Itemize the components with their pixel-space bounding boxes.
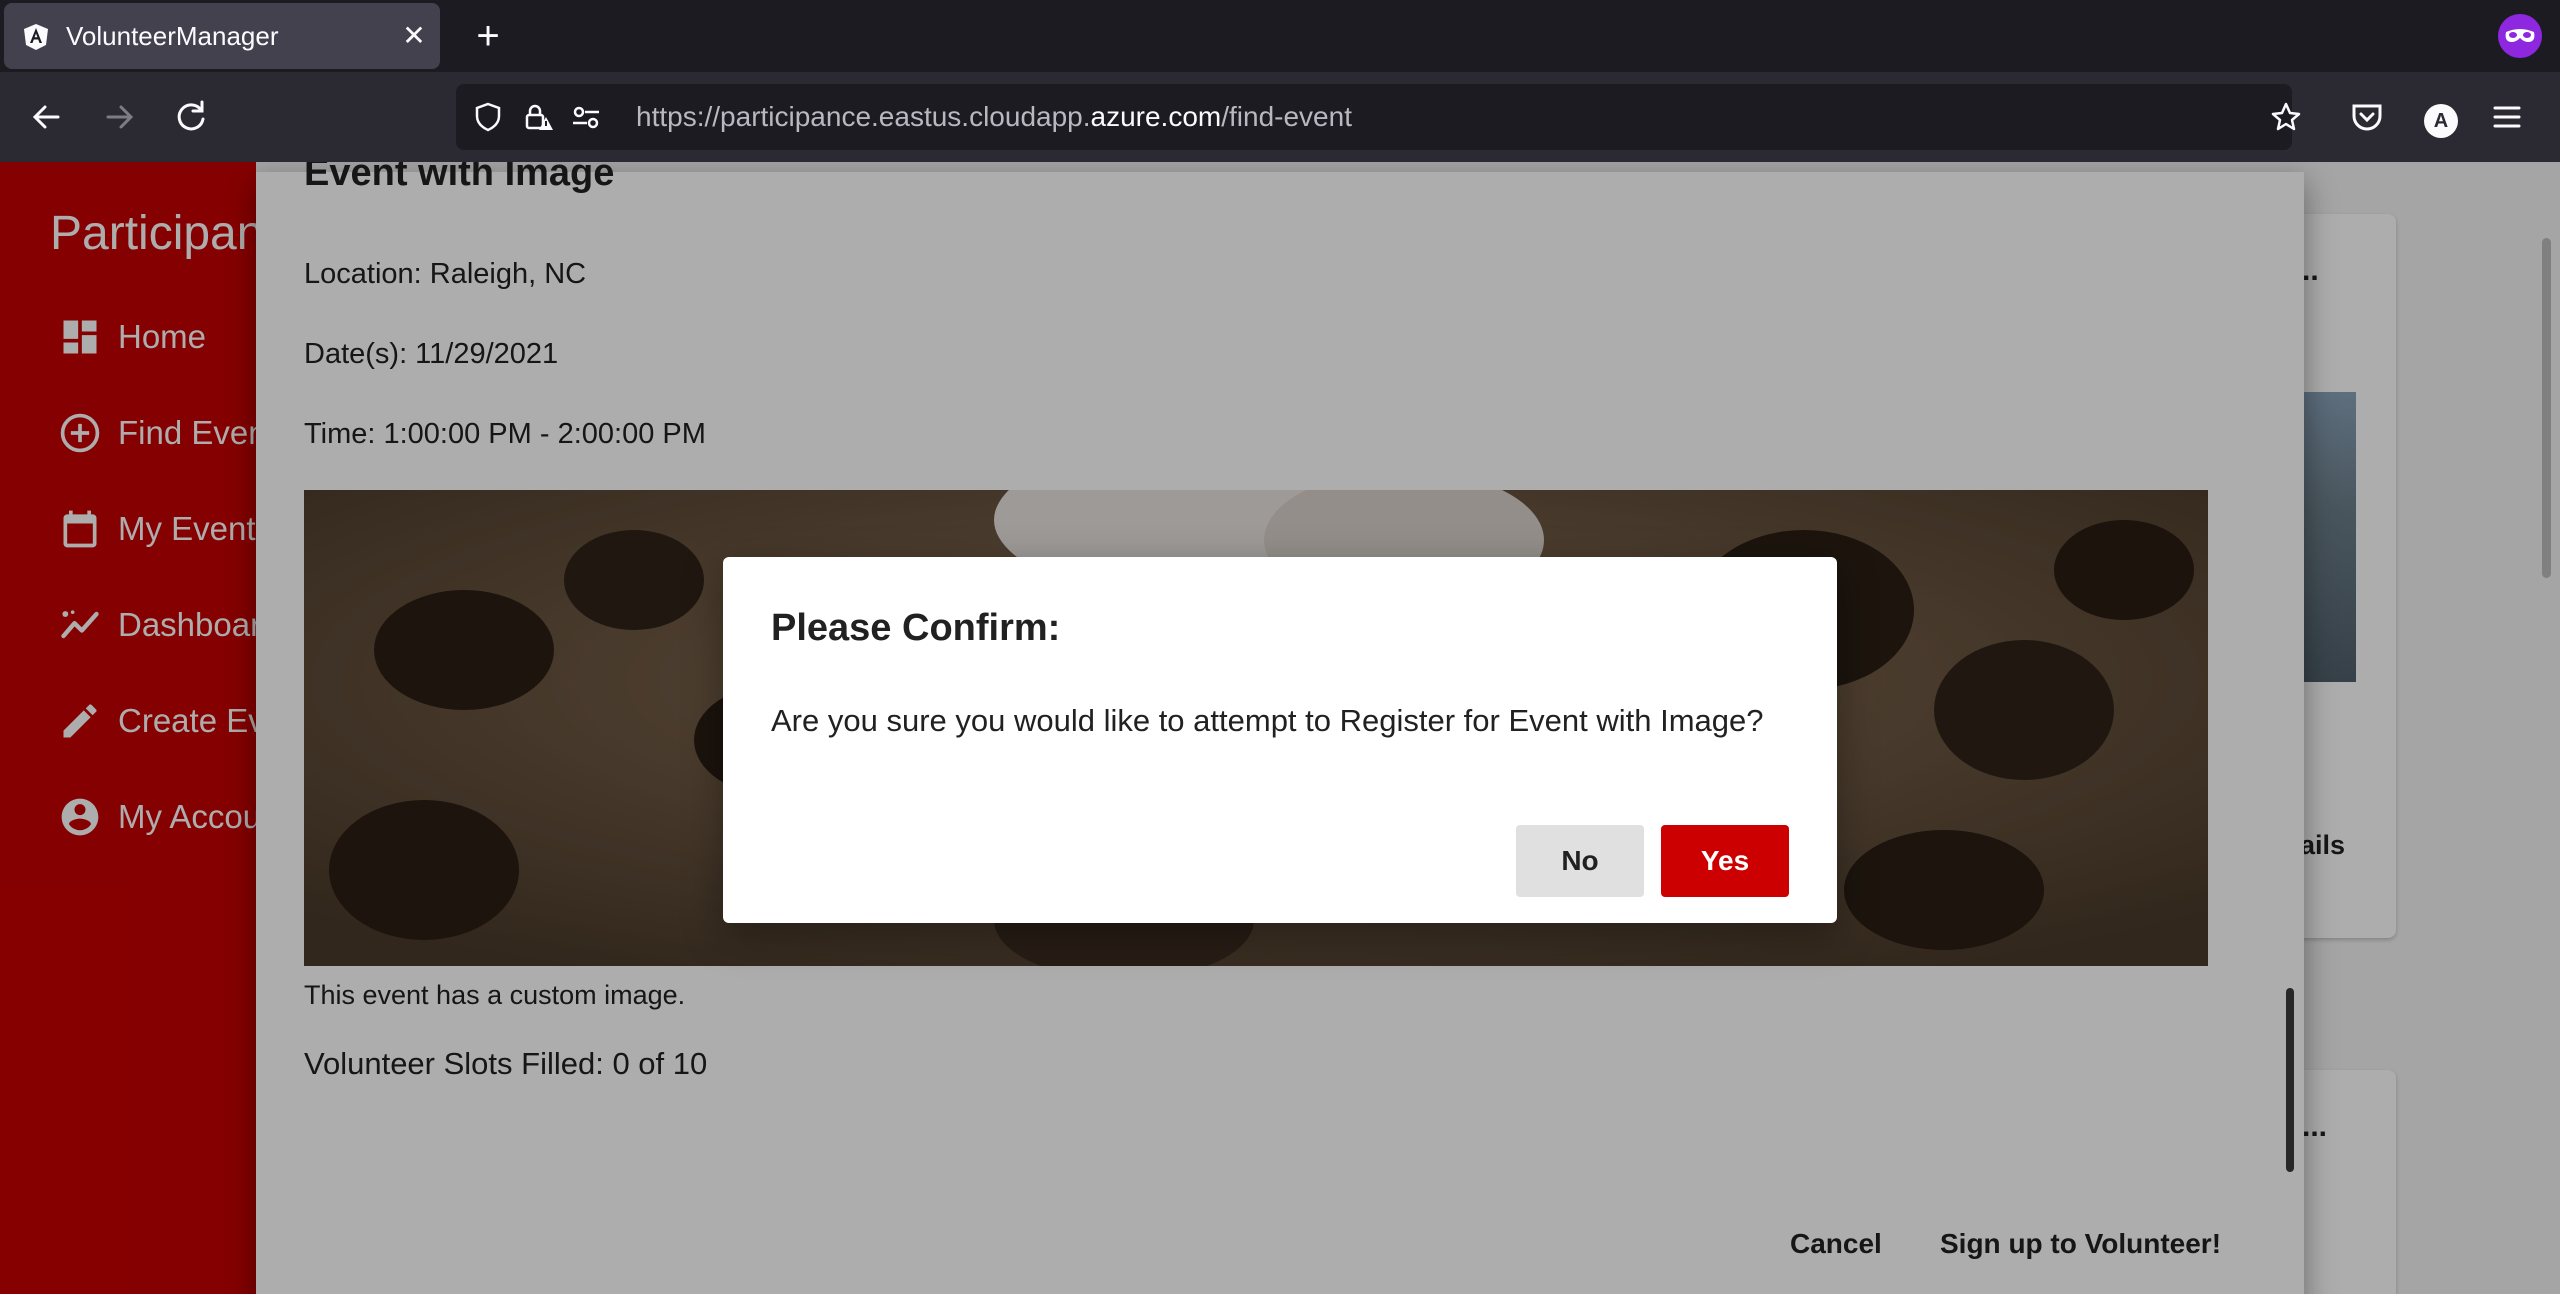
browser-tab[interactable]: VolunteerManager ✕ <box>4 3 440 69</box>
reload-icon[interactable] <box>168 94 214 140</box>
site-permissions-icon[interactable] <box>570 101 602 133</box>
back-arrow-icon[interactable] <box>24 94 70 140</box>
no-button[interactable]: No <box>1516 825 1644 897</box>
url-subdomain: participance.eastus.cloudapp. <box>720 101 1091 132</box>
browser-nav-bar: https://participance.eastus.cloudapp.azu… <box>0 72 2560 162</box>
yes-button[interactable]: Yes <box>1661 825 1789 897</box>
angular-favicon-icon <box>24 24 48 50</box>
new-tab-icon[interactable]: + <box>468 16 508 56</box>
close-tab-icon[interactable]: ✕ <box>398 20 430 52</box>
url-text[interactable]: https://participance.eastus.cloudapp.azu… <box>636 84 1352 150</box>
browser-tab-bar: VolunteerManager ✕ + <box>0 0 2560 72</box>
confirm-title: Please Confirm: <box>771 607 1061 649</box>
url-bar[interactable]: https://participance.eastus.cloudapp.azu… <box>456 84 2301 150</box>
tab-title: VolunteerManager <box>66 21 279 51</box>
forward-arrow-icon[interactable] <box>96 94 142 140</box>
account-avatar-icon[interactable]: A <box>2424 104 2458 138</box>
confirm-message: Are you sure you would like to attempt t… <box>771 703 1764 738</box>
url-path: /find-event <box>1221 101 1352 132</box>
page-viewport: .. ails ... Participance Home Find Event… <box>0 162 2560 1294</box>
hamburger-menu-icon[interactable] <box>2484 94 2530 140</box>
url-scheme: https:// <box>636 101 721 132</box>
bookmark-star-icon[interactable] <box>2270 101 2302 133</box>
lock-warning-icon[interactable] <box>522 101 554 133</box>
pocket-icon[interactable] <box>2344 94 2390 140</box>
url-host: azure.com <box>1090 101 1222 132</box>
private-mask-icon[interactable] <box>2498 14 2542 58</box>
shield-icon[interactable] <box>472 101 504 133</box>
confirm-dialog: Please Confirm: Are you sure you would l… <box>723 557 1837 923</box>
